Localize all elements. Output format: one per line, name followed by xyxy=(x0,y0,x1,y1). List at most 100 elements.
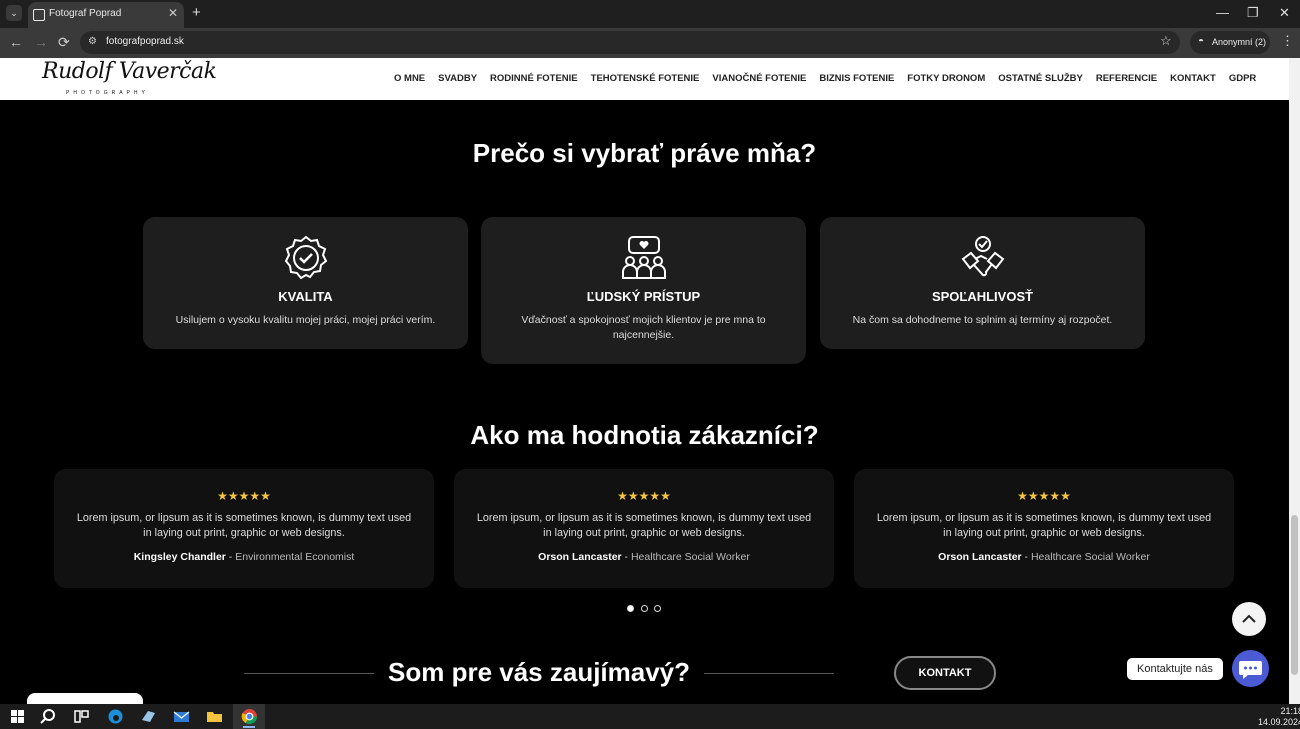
reviewer-name: Kingsley Chandler xyxy=(133,551,226,563)
clock-date: 14.09.2024 xyxy=(1258,717,1300,727)
feature-card-reliability: SPOĽAHLIVOSŤ Na čom sa dohodneme to spln… xyxy=(820,217,1145,349)
taskbar-active-app[interactable] xyxy=(233,704,265,729)
logo-subtitle: PHOTOGRAPHY xyxy=(66,90,149,96)
nav-item-gdpr[interactable]: GDPR xyxy=(1229,73,1256,84)
cta-title: Som pre vás zaujímavý? xyxy=(388,657,691,687)
scrollbar-thumb[interactable] xyxy=(1291,515,1298,675)
address-bar[interactable]: ⚙ fotografpoprad.sk ☆ xyxy=(80,31,1180,54)
reviewer-role: Healthcare Social Worker xyxy=(1030,551,1150,563)
nav-item-kontakt[interactable]: KONTAKT xyxy=(1170,73,1216,84)
page-scrollbar[interactable] xyxy=(1289,58,1300,704)
feature-card-human-approach: ĽUDSKÝ PRÍSTUP Vďačnosť a spokojnosť moj… xyxy=(481,217,806,364)
feature-card-quality: KVALITA Usilujem o vysoku kvalitu mojej … xyxy=(143,217,468,349)
review-text: Lorem ipsum, or lipsum as it is sometime… xyxy=(876,512,1212,539)
reviewer: Orson Lancaster - Healthcare Social Work… xyxy=(454,551,834,563)
file-explorer-icon[interactable] xyxy=(206,708,223,725)
feature-text: Vďačnosť a spokojnosť mojich klientov je… xyxy=(521,314,766,341)
bookmark-star-icon[interactable]: ☆ xyxy=(1160,33,1172,49)
review-text: Lorem ipsum, or lipsum as it is sometime… xyxy=(476,512,812,539)
main-nav: O MNE SVADBY RODINNÉ FOTENIE TEHOTENSKÉ … xyxy=(394,73,1256,84)
chrome-icon xyxy=(241,709,258,725)
windows-taskbar: 21:18 14.09.2024 xyxy=(0,704,1300,729)
feature-text: Usilujem o vysoku kvalitu mojej práci, m… xyxy=(175,314,436,326)
nav-item-biznis-fotenie[interactable]: BIZNIS FOTENIE xyxy=(819,73,894,84)
rating-stars-icon: ★★★★★ xyxy=(1017,489,1071,503)
url-text[interactable]: fotografpoprad.sk xyxy=(106,36,184,47)
nav-item-ostatne-sluzby[interactable]: OSTATNÉ SLUŽBY xyxy=(998,73,1083,84)
nav-item-o-mne[interactable]: O MNE xyxy=(394,73,425,84)
browser-tab-bar: ⌄ Fotograf Poprad ✕ + — ❐ ✕ xyxy=(0,0,1300,28)
reviewer-name: Orson Lancaster xyxy=(938,551,1022,563)
camera-favicon-icon xyxy=(33,9,45,21)
carousel-dot-2[interactable] xyxy=(641,605,648,612)
contact-button[interactable]: KONTAKT xyxy=(894,656,996,690)
back-button[interactable]: ← xyxy=(9,34,23,50)
close-window-button[interactable]: ✕ xyxy=(1279,5,1290,21)
review-card: ★★★★★ Lorem ipsum, or lipsum as it is so… xyxy=(54,469,434,588)
active-indicator xyxy=(243,726,255,728)
carousel-dot-1[interactable] xyxy=(627,605,634,612)
incognito-profile-button[interactable]: ◓ Anonymní (2) xyxy=(1190,31,1270,54)
feature-title: KVALITA xyxy=(278,289,333,304)
nav-item-rodinne-fotenie[interactable]: RODINNÉ FOTENIE xyxy=(490,73,578,84)
browser-toolbar: ← → ⟳ ⚙ fotografpoprad.sk ☆ ◓ Anonymní (… xyxy=(0,28,1300,58)
taskbar-clock[interactable]: 21:18 14.09.2024 xyxy=(1258,706,1300,728)
reviewer: Orson Lancaster - Healthcare Social Work… xyxy=(854,551,1234,563)
site-header: Rudolf Vaverčak PHOTOGRAPHY O MNE SVADBY… xyxy=(0,58,1289,100)
reviewer: Kingsley Chandler - Environmental Econom… xyxy=(54,551,434,563)
restore-button[interactable]: ❐ xyxy=(1247,5,1259,21)
divider-line xyxy=(244,673,374,674)
reviewer-separator: - xyxy=(621,551,631,563)
feature-title: SPOĽAHLIVOSŤ xyxy=(931,289,1034,304)
reload-button[interactable]: ⟳ xyxy=(58,34,70,51)
reviewer-separator: - xyxy=(1021,551,1031,563)
tab-title: Fotograf Poprad xyxy=(49,8,122,19)
nav-item-fotky-dronom[interactable]: FOTKY DRONOM xyxy=(907,73,985,84)
forward-button[interactable]: → xyxy=(34,34,48,50)
rating-stars-icon: ★★★★★ xyxy=(617,489,671,503)
nav-item-tehotenske-fotenie[interactable]: TEHOTENSKÉ FOTENIE xyxy=(591,73,700,84)
rating-stars-icon: ★★★★★ xyxy=(217,489,271,503)
edge-browser-icon[interactable] xyxy=(107,708,124,725)
chat-button[interactable] xyxy=(1232,650,1269,687)
review-card: ★★★★★ Lorem ipsum, or lipsum as it is so… xyxy=(854,469,1234,588)
logo-signature[interactable]: Rudolf Vaverčak xyxy=(42,59,217,84)
chat-label[interactable]: Kontaktujte nás xyxy=(1127,658,1223,680)
people-heart-icon xyxy=(621,236,666,279)
profile-label: Anonymní (2) xyxy=(1212,37,1267,47)
nav-item-vianocne-fotenie[interactable]: VIANOČNÉ FOTENIE xyxy=(712,73,806,84)
app-icon[interactable] xyxy=(140,708,157,725)
chevron-up-icon xyxy=(1242,614,1256,623)
why-me-title: Prečo si vybrať práve mňa? xyxy=(472,138,817,168)
incognito-icon: ◓ xyxy=(1198,36,1205,47)
feature-text: Na čom sa dohodneme to splnim aj termíny… xyxy=(852,314,1113,326)
search-icon[interactable] xyxy=(40,708,57,725)
nav-item-referencie[interactable]: REFERENCIE xyxy=(1096,73,1157,84)
mail-icon[interactable] xyxy=(173,708,190,725)
browser-menu-icon[interactable]: ⋮ xyxy=(1281,33,1294,49)
quality-badge-icon xyxy=(284,235,327,280)
reviewer-separator: - xyxy=(225,551,236,563)
review-card: ★★★★★ Lorem ipsum, or lipsum as it is so… xyxy=(454,469,834,588)
minimize-button[interactable]: — xyxy=(1216,5,1229,20)
tab-search-button[interactable]: ⌄ xyxy=(6,5,22,21)
site-info-icon[interactable]: ⚙ xyxy=(88,36,97,47)
new-tab-button[interactable]: + xyxy=(192,4,201,21)
browser-tab[interactable]: Fotograf Poprad ✕ xyxy=(28,2,184,28)
reviewer-role: Environmental Economist xyxy=(235,551,355,563)
feature-title: ĽUDSKÝ PRÍSTUP xyxy=(586,289,701,304)
chat-bubble-icon xyxy=(1239,661,1262,679)
handshake-icon xyxy=(961,236,1004,277)
scroll-to-top-button[interactable] xyxy=(1232,602,1266,636)
review-text: Lorem ipsum, or lipsum as it is sometime… xyxy=(76,512,412,539)
task-view-icon[interactable] xyxy=(73,708,90,725)
carousel-dot-3[interactable] xyxy=(654,605,661,612)
windows-start-icon[interactable] xyxy=(9,708,26,725)
clock-time: 21:18 xyxy=(1280,706,1300,716)
reviews-title: Ako ma hodnotia zákazníci? xyxy=(470,420,819,450)
reviewer-name: Orson Lancaster xyxy=(538,551,622,563)
tab-close-icon[interactable]: ✕ xyxy=(168,6,178,20)
nav-item-svadby[interactable]: SVADBY xyxy=(438,73,477,84)
reviewer-role: Healthcare Social Worker xyxy=(630,551,750,563)
divider-line xyxy=(704,673,834,674)
